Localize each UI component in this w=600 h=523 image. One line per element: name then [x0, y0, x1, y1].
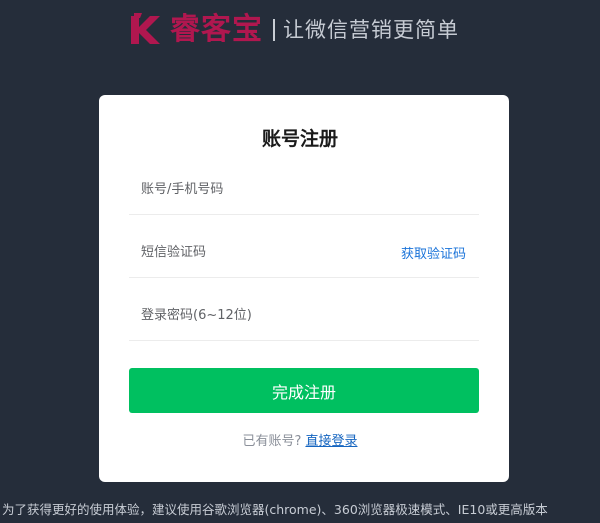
browser-recommendation-note: 为了获得更好的使用体验，建议使用谷歌浏览器(chrome)、360浏览器极速模式… — [2, 502, 548, 517]
logo-divider — [273, 19, 275, 41]
page-title: 账号注册 — [261, 128, 338, 150]
brand-name: 睿客宝 — [170, 12, 263, 47]
has-account-text: 已有账号? — [242, 434, 302, 449]
password-field — [129, 290, 479, 341]
sms-code-field: 获取验证码 — [129, 227, 479, 278]
brand-slogan: 让微信营销更简单 — [283, 18, 459, 42]
account-field — [129, 164, 479, 215]
password-input[interactable] — [129, 290, 381, 340]
login-prompt: 已有账号? 直接登录 — [0, 432, 600, 452]
account-input[interactable] — [129, 164, 381, 214]
logo: 睿客宝 让微信营销更简单 — [126, 10, 459, 50]
logo-k-icon — [131, 13, 160, 44]
sms-code-input[interactable] — [129, 227, 381, 277]
header: 睿客宝 让微信营销更简单 — [0, 0, 600, 60]
complete-registration-button[interactable]: 完成注册 — [129, 368, 479, 413]
direct-login-link[interactable]: 直接登录 — [305, 434, 357, 449]
register-card — [99, 95, 509, 482]
get-code-button[interactable]: 获取验证码 — [401, 227, 466, 283]
